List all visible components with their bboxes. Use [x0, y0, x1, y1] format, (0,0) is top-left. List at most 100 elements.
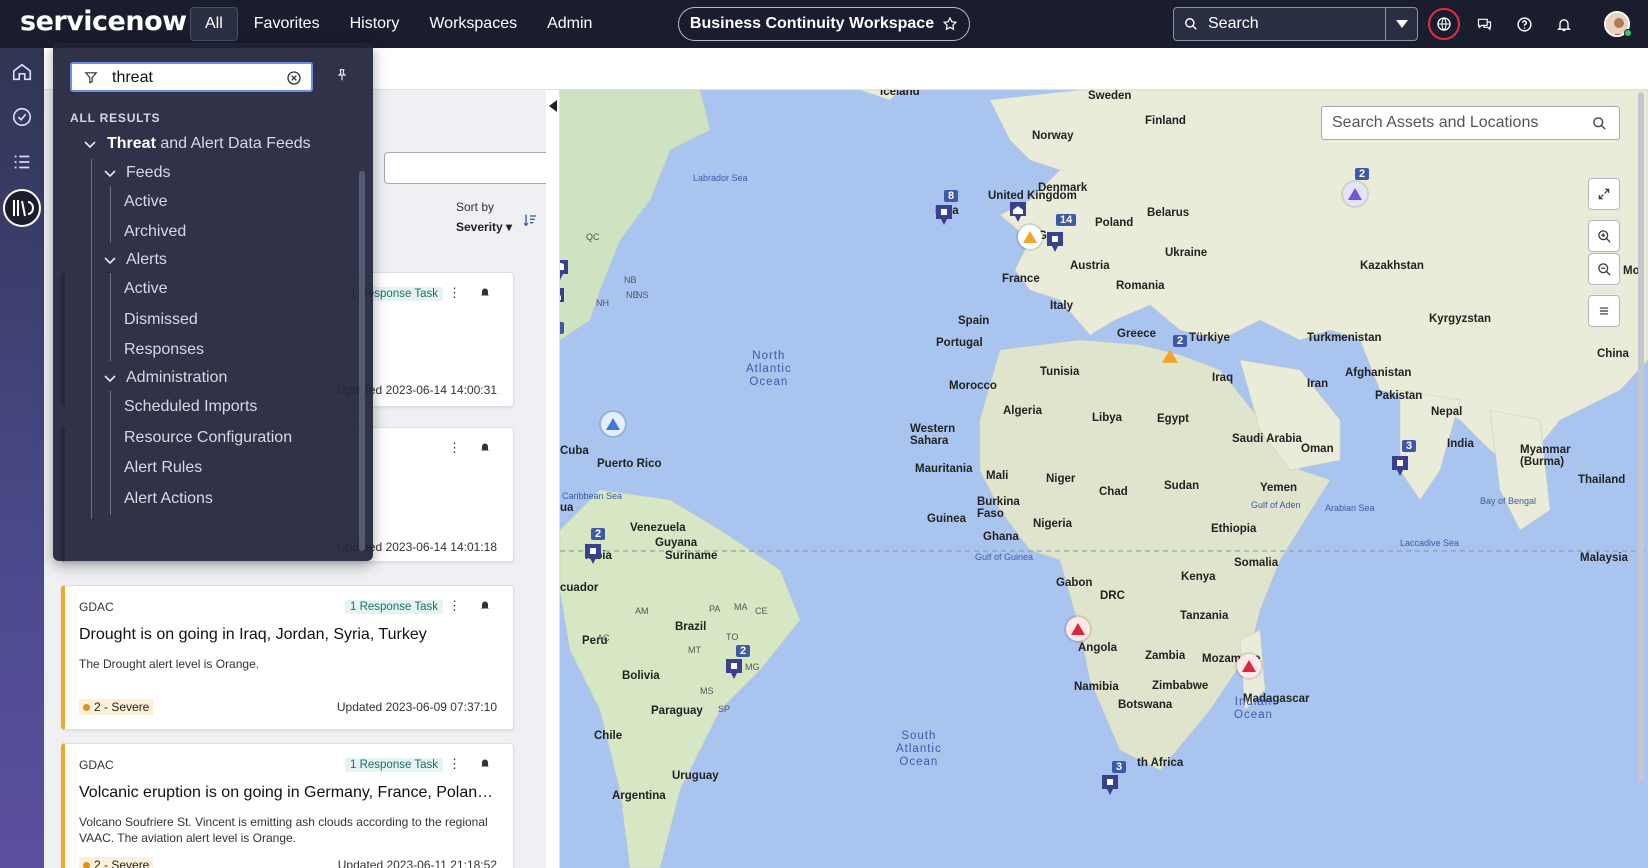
zoom-in-button[interactable] — [1588, 220, 1620, 252]
label-guyana: Guyana — [655, 537, 698, 549]
alert-card[interactable]: GDAC 1 Response Task ⋮ Volcanic eruption… — [61, 743, 514, 868]
home-pin-icon[interactable] — [560, 286, 566, 310]
nav-tab-workspaces[interactable]: Workspaces — [415, 7, 531, 41]
nav-tab-history[interactable]: History — [336, 7, 414, 41]
card-more-menu[interactable]: ⋮ — [448, 285, 461, 301]
menu-filter-input[interactable]: threat — [70, 62, 313, 92]
location-pin-icon[interactable] — [1390, 454, 1410, 478]
menu-item-scheduled-imports[interactable]: Scheduled Imports — [124, 398, 257, 416]
pin-icon[interactable] — [335, 67, 349, 83]
bell-icon[interactable] — [479, 757, 491, 769]
help-button[interactable] — [1510, 10, 1538, 38]
menu-item-alerts-active[interactable]: Active — [124, 280, 168, 298]
global-search[interactable]: Search — [1173, 7, 1418, 41]
map-scrollbar[interactable] — [1638, 92, 1644, 782]
servicenow-logo[interactable]: servicenow — [20, 6, 187, 37]
map-search-input[interactable]: Search Assets and Locations — [1321, 106, 1620, 140]
cluster-count[interactable]: 2 — [1173, 335, 1188, 347]
label-gulf-of-aden: Gulf of Aden — [1251, 500, 1301, 510]
response-task-badge[interactable]: 1 Response Task — [344, 758, 443, 772]
menu-scrollbar[interactable] — [359, 171, 365, 551]
cluster-count[interactable]: 180 — [560, 322, 565, 334]
label-gabon: Gabon — [1056, 577, 1093, 589]
menu-item-alerts[interactable]: Alerts — [126, 251, 167, 269]
location-pin-icon[interactable] — [1045, 230, 1065, 254]
chevron-down-icon[interactable] — [83, 138, 97, 152]
cluster-count[interactable]: 3 — [1112, 761, 1127, 773]
search-scope-dropdown[interactable] — [1385, 8, 1417, 40]
alert-marker[interactable] — [1158, 344, 1182, 368]
location-pin-icon[interactable] — [1100, 773, 1120, 797]
label-finland: Finland — [1145, 115, 1186, 127]
cluster-count[interactable]: 3 — [1402, 440, 1417, 452]
notifications-button[interactable] — [1550, 10, 1578, 38]
label-burkina-faso: Burkina Faso — [977, 496, 1020, 520]
response-task-badge[interactable]: 1 Response Task — [344, 600, 443, 614]
menu-item-alerts-responses[interactable]: Responses — [124, 341, 204, 359]
zoom-out-button[interactable] — [1588, 253, 1620, 285]
rail-list[interactable] — [8, 148, 36, 176]
panel-collapse-toggle[interactable] — [546, 90, 560, 868]
home-pin-icon[interactable] — [1008, 200, 1028, 224]
card-more-menu[interactable]: ⋮ — [448, 440, 461, 456]
cluster-count[interactable]: 2 — [1355, 168, 1370, 180]
rail-home[interactable] — [8, 58, 36, 86]
menu-item-feeds-active[interactable]: Active — [124, 193, 168, 211]
alert-marker[interactable] — [1237, 654, 1261, 678]
rail-tasks[interactable] — [8, 103, 36, 131]
cluster-count[interactable]: 2 — [736, 645, 751, 657]
warning-icon — [1242, 660, 1256, 672]
chat-button[interactable] — [1470, 10, 1498, 38]
label-sweden: Sweden — [1088, 90, 1132, 102]
alert-marker[interactable] — [1018, 225, 1042, 249]
chevron-down-icon[interactable] — [103, 254, 117, 268]
card-more-menu[interactable]: ⋮ — [448, 756, 461, 772]
menu-item-feeds-archived[interactable]: Archived — [124, 223, 186, 241]
map-landmasses — [560, 90, 1648, 868]
alert-marker[interactable] — [601, 412, 625, 436]
label-france: France — [1002, 273, 1040, 285]
fullscreen-button[interactable] — [1588, 178, 1620, 210]
menu-item-alert-rules[interactable]: Alert Rules — [124, 459, 202, 477]
location-pin-icon[interactable] — [724, 657, 744, 681]
cluster-count[interactable]: 2 — [591, 528, 606, 540]
database-pin-icon[interactable] — [560, 258, 570, 282]
sort-by-select[interactable]: Severity ▾ — [456, 220, 512, 234]
alert-marker[interactable] — [1066, 617, 1090, 641]
alert-marker[interactable] — [1343, 182, 1367, 206]
cluster-count[interactable]: 8 — [944, 190, 959, 202]
workspace-title-pill[interactable]: Business Continuity Workspace — [678, 7, 970, 41]
bell-icon[interactable] — [479, 441, 491, 453]
bell-icon[interactable] — [479, 599, 491, 611]
nav-tab-favorites[interactable]: Favorites — [240, 7, 334, 41]
location-pin-icon[interactable] — [934, 203, 954, 227]
clear-icon[interactable] — [286, 70, 302, 86]
label-thailand: Thailand — [1578, 474, 1626, 486]
layers-menu-button[interactable] — [1588, 295, 1620, 327]
alert-card[interactable]: GDAC 1 Response Task ⋮ Drought is on goi… — [61, 585, 514, 730]
world-map[interactable]: Iceland Sweden Finland Norway Denmark Un… — [560, 90, 1648, 868]
cluster-count[interactable]: 14 — [1056, 214, 1077, 226]
menu-item-alert-actions[interactable]: Alert Actions — [124, 490, 213, 508]
menu-item-alerts-dismissed[interactable]: Dismissed — [124, 311, 198, 329]
card-title[interactable]: Drought is on going in Iraq, Jordan, Syr… — [79, 626, 499, 644]
chevron-down-icon[interactable] — [103, 167, 117, 181]
menu-item-feeds[interactable]: Feeds — [126, 164, 170, 182]
menu-item-administration[interactable]: Administration — [126, 369, 227, 387]
card-title[interactable]: Volcanic eruption is on going in Germany… — [79, 784, 499, 802]
sort-order-icon[interactable] — [522, 212, 538, 228]
location-pin-icon[interactable] — [583, 542, 603, 566]
label-malaysia: Malaysia — [1580, 552, 1628, 564]
bell-icon[interactable] — [479, 286, 491, 298]
nav-tab-all[interactable]: All — [190, 7, 238, 41]
menu-item-resource-configuration[interactable]: Resource Configuration — [124, 429, 292, 447]
list-icon — [14, 155, 30, 169]
rail-library[interactable] — [3, 189, 41, 227]
chevron-down-icon[interactable] — [103, 372, 117, 386]
label-south-africa: th Africa — [1137, 757, 1184, 769]
scope-globe-button[interactable] — [1428, 8, 1460, 40]
card-more-menu[interactable]: ⋮ — [448, 598, 461, 614]
menu-group-threat-feeds[interactable]: Threat and Alert Data Feeds — [107, 135, 311, 153]
star-icon[interactable] — [942, 16, 958, 32]
nav-tab-admin[interactable]: Admin — [533, 7, 606, 41]
